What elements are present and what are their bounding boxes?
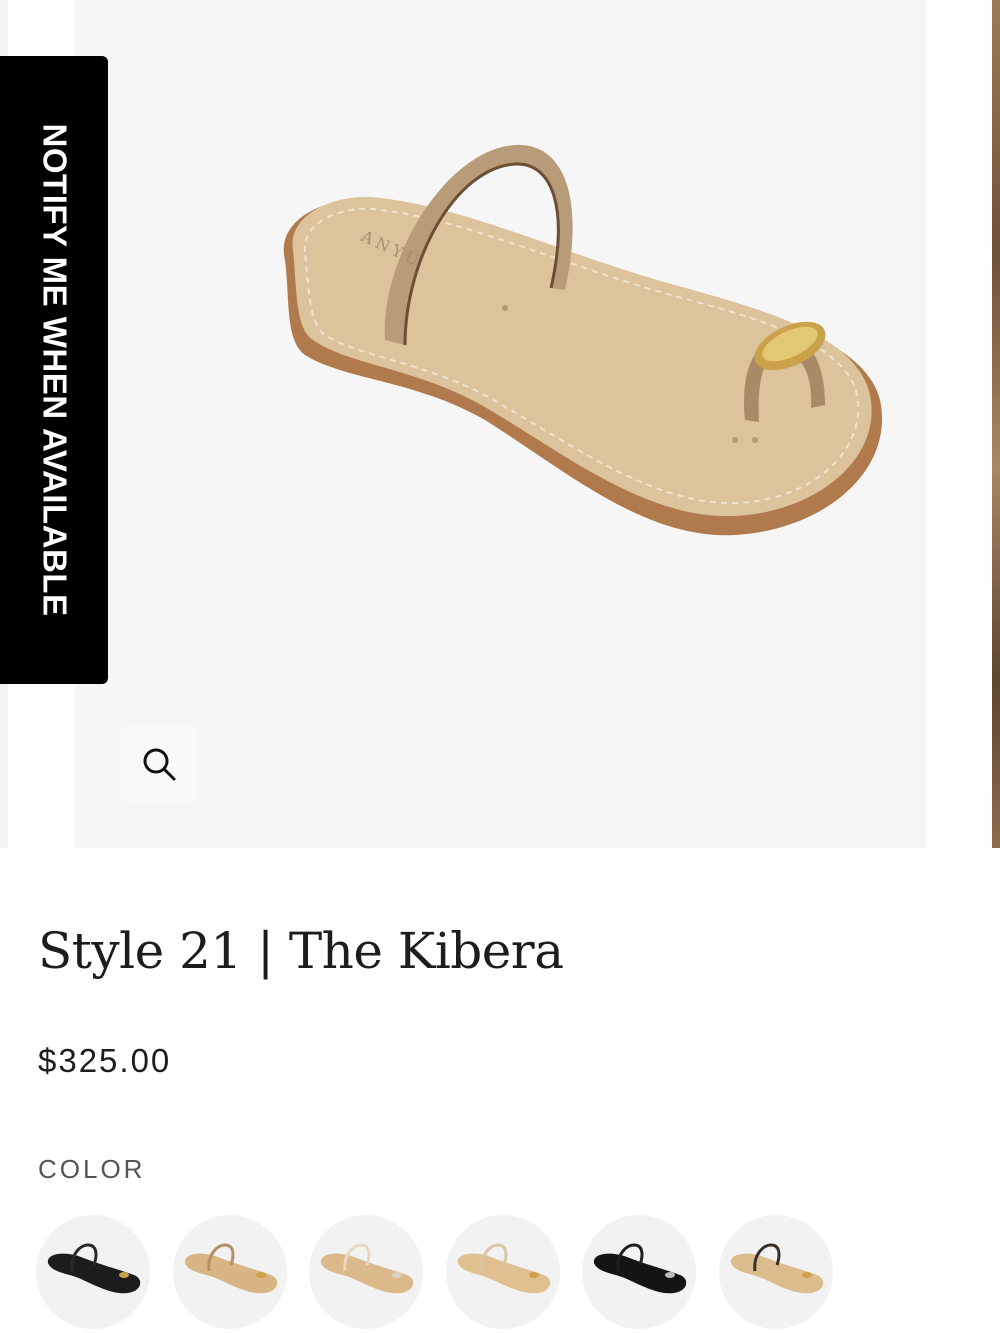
- product-title: Style 21 | The Kibera: [38, 922, 564, 980]
- product-main-image[interactable]: ANYU: [75, 0, 926, 848]
- swatch-sandal-image: [730, 1243, 823, 1294]
- product-gallery: ANYU NOTIFY ME WHEN AVAILABLE: [0, 0, 1000, 848]
- color-swatch-6[interactable]: [718, 1215, 833, 1329]
- swatch-sandal-image: [457, 1243, 550, 1294]
- product-price: $325.00: [38, 1042, 172, 1079]
- color-label: COLOR: [38, 1154, 146, 1184]
- color-swatch-4[interactable]: [445, 1215, 560, 1329]
- sandal-image: ANYU: [283, 144, 883, 536]
- zoom-button[interactable]: [121, 726, 197, 802]
- notify-me-label: NOTIFY ME WHEN AVAILABLE: [36, 123, 73, 617]
- swatch-sandal-image: [320, 1243, 414, 1294]
- color-swatch-2[interactable]: [172, 1215, 287, 1329]
- notify-me-button[interactable]: NOTIFY ME WHEN AVAILABLE: [0, 56, 108, 684]
- search-icon: [143, 748, 176, 781]
- color-swatches: [36, 1215, 1000, 1333]
- swatch-sandal-image: [184, 1243, 277, 1294]
- color-swatch-3[interactable]: [309, 1215, 423, 1329]
- color-swatch-5[interactable]: [582, 1215, 696, 1329]
- next-image-peek[interactable]: [992, 0, 1000, 848]
- swatch-sandal-image: [47, 1243, 141, 1294]
- swatch-sandal-image: [593, 1243, 687, 1294]
- color-swatch-1[interactable]: [36, 1215, 150, 1329]
